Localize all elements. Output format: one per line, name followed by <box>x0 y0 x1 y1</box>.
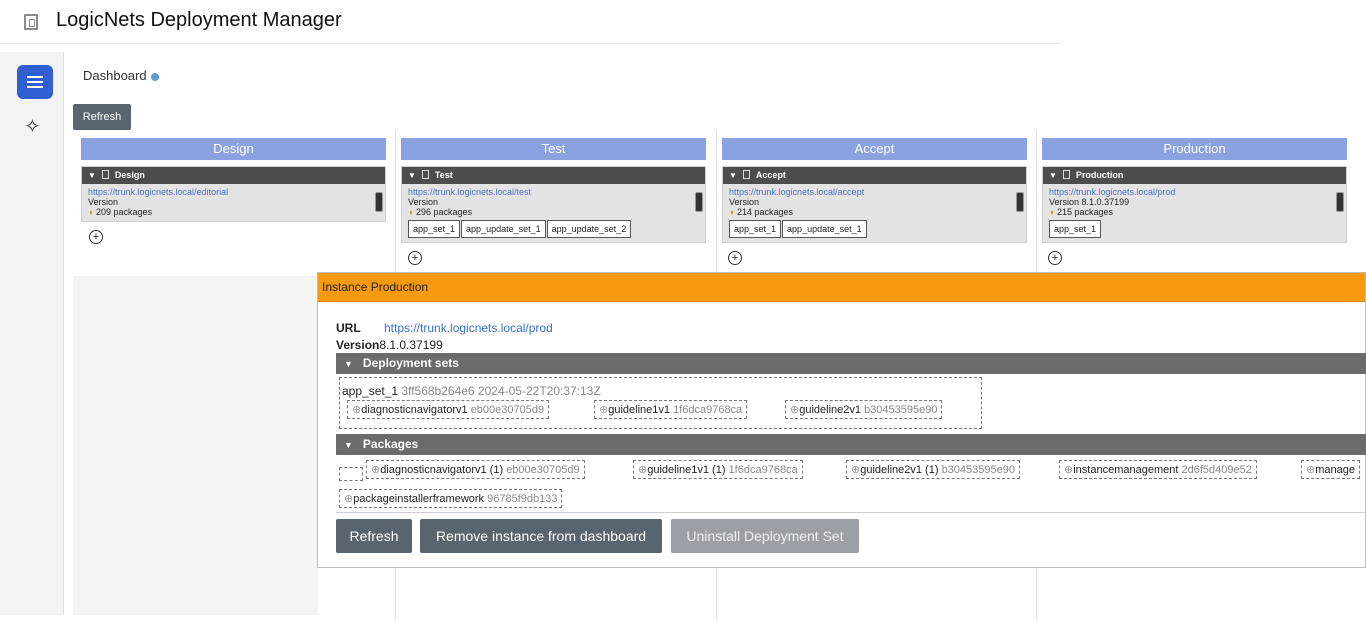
package-count: 215 packages <box>1056 207 1113 217</box>
version-label: Version <box>336 338 380 352</box>
add-instance-icon[interactable]: + <box>728 251 742 265</box>
set-package-item[interactable]: ⊕guideline2v1 b30453595e90 <box>785 400 943 419</box>
package-icon: ⊕ <box>638 464 648 476</box>
app-title: LogicNets Deployment Manager <box>56 9 342 31</box>
instance-version-row: Version8.1.0.37199 <box>336 338 443 352</box>
version-label: Version <box>729 197 760 207</box>
package-item[interactable]: ⊕diagnosticnavigatorv1 (1) eb00e30705d9 <box>366 460 585 479</box>
stage-header-design: Design <box>81 138 386 160</box>
left-rail: ✧ <box>0 52 64 615</box>
package-icon: ⊕ <box>790 404 800 416</box>
stage-header-production: Production <box>1042 138 1347 160</box>
more-options-icon[interactable] <box>375 192 383 212</box>
instance-card-production[interactable]: ▼ Production https://trunk.logicnets.loca… <box>1042 166 1347 243</box>
url-label: URL <box>336 321 361 335</box>
package-icon: ◖ <box>1049 207 1055 217</box>
stage-header-accept: Accept <box>722 138 1027 160</box>
version-value: 8.1.0.37199 <box>379 338 443 352</box>
card-header[interactable]: ▼ Accept <box>723 167 1026 184</box>
card-header[interactable]: ▼ Production <box>1043 167 1346 184</box>
collapse-icon[interactable]: ▼ <box>344 440 353 450</box>
package-item[interactable]: ⊕guideline1v1 (1) 1f6dca9768ca <box>633 460 803 479</box>
package-icon: ⊕ <box>599 404 609 416</box>
deployment-set-name[interactable]: app_set_1 3ff568b264e6 2024-05-22T20:37:… <box>342 384 601 398</box>
deployment-set-chip[interactable]: app_update_set_1 <box>461 220 546 238</box>
set-package-item[interactable]: ⊕guideline1v1 1f6dca9768ca <box>594 400 748 419</box>
add-instance-icon[interactable]: + <box>89 230 103 244</box>
collapse-icon[interactable]: ▼ <box>1049 171 1057 180</box>
set-package-item[interactable]: ⊕diagnosticnavigatorv1 eb00e30705d9 <box>347 400 550 419</box>
collapse-icon[interactable]: ▼ <box>729 171 737 180</box>
deployment-sets-header[interactable]: ▼ Deployment sets <box>336 353 1366 374</box>
dashboard-refresh-button[interactable]: Refresh <box>73 104 131 130</box>
instance-url-link[interactable]: https://trunk.logicnets.local/prod <box>1049 187 1340 197</box>
document-icon <box>101 170 109 179</box>
design-column-background <box>73 276 318 615</box>
package-count: 296 packages <box>415 207 472 217</box>
version-label: Version <box>1049 197 1080 207</box>
sparkle-icon[interactable]: ✧ <box>24 114 41 139</box>
package-count: 214 packages <box>736 207 793 217</box>
package-item[interactable]: ⊕packageinstallerframework 96785f9db133 <box>339 489 563 508</box>
packages-header[interactable]: ▼ Packages <box>336 434 1366 455</box>
collapse-icon[interactable]: ▼ <box>408 171 416 180</box>
document-icon <box>742 170 750 179</box>
app-logo-icon <box>24 14 38 30</box>
package-icon: ◖ <box>408 207 414 217</box>
version-label: Version <box>408 197 439 207</box>
version-label: Version <box>88 197 119 207</box>
dialog-title: Instance Production <box>318 273 1365 302</box>
instance-dialog: Instance Production URL https://trunk.log… <box>317 272 1366 568</box>
more-options-icon[interactable] <box>695 192 703 212</box>
card-header[interactable]: ▼ Design <box>82 167 385 184</box>
page-title: Dashboard <box>83 68 159 83</box>
deployment-set-chip[interactable]: app_update_set_1 <box>782 220 867 238</box>
remove-instance-button[interactable]: Remove instance from dashboard <box>420 519 662 553</box>
package-icon: ⊕ <box>344 493 354 505</box>
package-item[interactable]: ⊕instancemanagement 2d6f5d409e52 <box>1059 460 1257 479</box>
instance-url-link[interactable]: https://trunk.logicnets.local/prod <box>384 321 553 335</box>
refresh-button[interactable]: Refresh <box>336 519 412 553</box>
package-icon: ⊕ <box>371 464 381 476</box>
hamburger-icon <box>27 76 43 78</box>
instance-url-link[interactable]: https://trunk.logicnets.local/editorial <box>88 187 379 197</box>
deployment-set-chip[interactable]: app_set_1 <box>1049 220 1102 238</box>
more-options-icon[interactable] <box>1016 192 1024 212</box>
menu-button[interactable] <box>17 65 53 99</box>
instance-card-test[interactable]: ▼ Test https://trunk.logicnets.local/test… <box>401 166 706 243</box>
instance-card-accept[interactable]: ▼ Accept https://trunk.logicnets.local/ac… <box>722 166 1027 243</box>
deployment-set-chip[interactable]: app_set_1 <box>729 220 782 238</box>
package-icon: ◖ <box>729 207 735 217</box>
document-icon <box>1062 170 1070 179</box>
package-icon: ◖ <box>88 207 94 217</box>
package-icon: ⊕ <box>851 464 861 476</box>
title-bar: LogicNets Deployment Manager <box>0 0 1060 44</box>
collapse-icon[interactable]: ▼ <box>344 359 353 369</box>
add-instance-icon[interactable]: + <box>408 251 422 265</box>
package-icon: ⊕ <box>352 404 362 416</box>
instance-url-row: URL https://trunk.logicnets.local/prod <box>336 321 553 335</box>
instance-card-design[interactable]: ▼ Design https://trunk.logicnets.local/ed… <box>81 166 386 222</box>
package-filter-box[interactable] <box>339 467 363 481</box>
stage-header-test: Test <box>401 138 706 160</box>
collapse-icon[interactable]: ▼ <box>88 171 96 180</box>
instance-url-link[interactable]: https://trunk.logicnets.local/test <box>408 187 699 197</box>
instance-url-link[interactable]: https://trunk.logicnets.local/accept <box>729 187 1020 197</box>
more-options-icon[interactable] <box>1336 192 1344 212</box>
add-instance-icon[interactable]: + <box>1048 251 1062 265</box>
package-icon: ⊕ <box>1064 464 1074 476</box>
help-icon[interactable] <box>150 72 159 81</box>
uninstall-deployment-set-button[interactable]: Uninstall Deployment Set <box>671 519 859 553</box>
package-icon: ⊕ <box>1306 464 1316 476</box>
deployment-set-chip[interactable]: app_set_1 <box>408 220 461 238</box>
deployment-set-chip[interactable]: app_update_set_2 <box>546 220 632 238</box>
package-count: 209 packages <box>95 207 152 217</box>
card-header[interactable]: ▼ Test <box>402 167 705 184</box>
package-item[interactable]: ⊕manage <box>1301 460 1360 479</box>
document-icon <box>421 170 429 179</box>
package-item[interactable]: ⊕guideline2v1 (1) b30453595e90 <box>846 460 1020 479</box>
